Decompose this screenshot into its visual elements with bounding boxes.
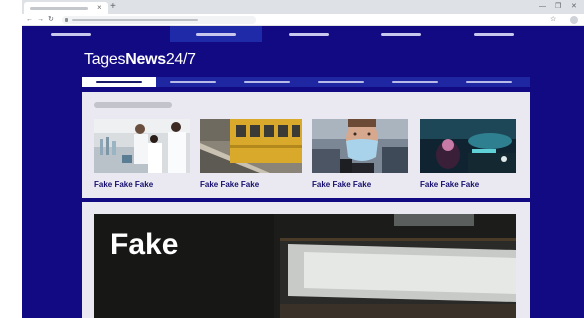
lock-icon: [65, 18, 68, 22]
news-caption[interactable]: Fake Fake Fake: [312, 180, 371, 189]
forward-arrow-icon[interactable]: →: [37, 14, 44, 26]
reload-icon[interactable]: ↻: [48, 14, 54, 26]
section-heading-placeholder: [94, 102, 172, 108]
site-logo[interactable]: TagesNews24/7: [84, 51, 196, 69]
profile-avatar[interactable]: [570, 16, 578, 24]
section-nav-item[interactable]: [452, 77, 526, 87]
news-strip-card: Fake Fake Fake Fake Fake Fake Fake Fake …: [82, 92, 530, 198]
back-arrow-icon[interactable]: ←: [26, 14, 33, 26]
section-navigation: [82, 77, 530, 87]
maximize-icon[interactable]: ❐: [555, 1, 561, 12]
yellow-train-photo[interactable]: [200, 119, 302, 173]
close-icon[interactable]: ×: [97, 3, 102, 13]
section-nav-item-active[interactable]: [82, 77, 156, 87]
lab-scientists-photo[interactable]: [94, 119, 190, 173]
top-nav-item[interactable]: [450, 26, 538, 42]
section-nav-item[interactable]: [156, 77, 230, 87]
top-nav-item[interactable]: [27, 26, 115, 42]
news-caption[interactable]: Fake Fake Fake: [200, 180, 259, 189]
plus-icon[interactable]: +: [110, 1, 116, 12]
browser-toolbar: ← → ↻ ☆ ⋮: [22, 14, 584, 26]
top-nav-item-active[interactable]: [170, 26, 262, 42]
car-interior-night-photo[interactable]: [420, 119, 516, 173]
section-nav-item[interactable]: [304, 77, 378, 87]
man-with-face-mask-photo[interactable]: [312, 119, 408, 173]
top-nav-item[interactable]: [357, 26, 445, 42]
hero-article-card: Fake: [82, 202, 530, 318]
url-placeholder: [72, 19, 198, 21]
top-navigation: [22, 26, 584, 42]
news-caption[interactable]: Fake Fake Fake: [420, 180, 479, 189]
section-nav-item[interactable]: [378, 77, 452, 87]
minimize-icon[interactable]: —: [539, 1, 546, 12]
section-nav-item[interactable]: [230, 77, 304, 87]
browser-tab-strip: × + — ❐ ✕: [22, 0, 584, 14]
browser-tab[interactable]: ×: [24, 2, 108, 14]
news-caption[interactable]: Fake Fake Fake: [94, 180, 153, 189]
tab-title-placeholder: [30, 7, 88, 10]
star-icon[interactable]: ☆: [550, 14, 556, 26]
hero-title[interactable]: Fake: [110, 228, 178, 262]
hero-image[interactable]: Fake: [94, 214, 516, 318]
top-nav-item[interactable]: [265, 26, 353, 42]
window-close-icon[interactable]: ✕: [571, 1, 577, 12]
address-bar[interactable]: [62, 16, 256, 24]
news-page: TagesNews24/7 Fake Fake Fake Fake Fake F…: [22, 26, 584, 318]
